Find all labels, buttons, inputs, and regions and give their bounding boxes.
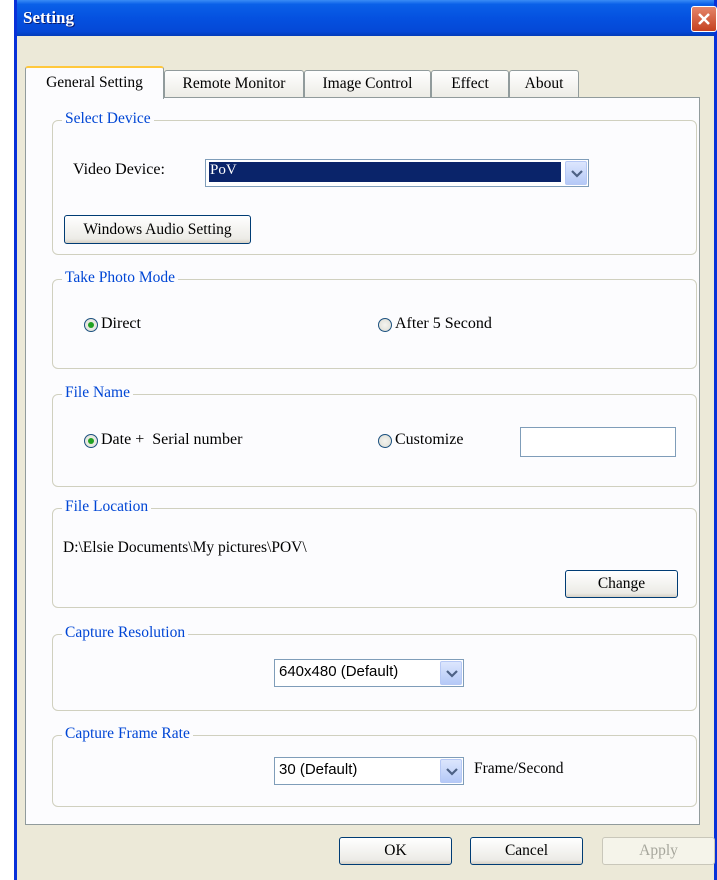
capture-resolution-value: 640x480 (Default) — [279, 663, 399, 680]
direct-radio[interactable] — [84, 318, 98, 332]
after-5-second-label: After 5 Second — [395, 315, 492, 332]
date-serial-radio[interactable] — [84, 434, 98, 448]
tab-label: About — [524, 75, 564, 92]
select-device-group: Select Device Video Device: PoV Windows … — [52, 110, 697, 255]
close-icon — [698, 13, 710, 25]
ok-button[interactable]: OK — [339, 837, 452, 865]
video-device-value: PoV — [209, 162, 561, 182]
windows-audio-setting-button[interactable]: Windows Audio Setting — [64, 215, 251, 244]
customize-radio[interactable] — [378, 434, 392, 448]
capture-resolution-select[interactable]: 640x480 (Default) — [274, 659, 464, 687]
tab-about[interactable]: About — [509, 70, 579, 98]
tab-effect[interactable]: Effect — [431, 70, 509, 98]
capture-resolution-legend: Capture Resolution — [62, 624, 189, 642]
tab-label: Remote Monitor — [182, 75, 286, 92]
tab-remote-monitor[interactable]: Remote Monitor — [164, 70, 304, 98]
dropdown-button[interactable] — [440, 661, 462, 685]
file-location-legend: File Location — [62, 498, 152, 516]
file-name-group: File Name Date + Serial number Customize — [52, 384, 697, 487]
video-device-select[interactable]: PoV — [205, 159, 589, 187]
capture-frame-rate-select[interactable]: 30 (Default) — [274, 757, 464, 785]
chevron-down-icon — [446, 768, 458, 776]
apply-button[interactable]: Apply — [602, 837, 715, 865]
cancel-button[interactable]: Cancel — [470, 837, 583, 865]
general-setting-panel: Select Device Video Device: PoV Windows … — [25, 97, 700, 825]
customize-name-input[interactable] — [520, 427, 676, 457]
file-location-path: D:\Elsie Documents\My pictures\POV\ — [63, 539, 307, 556]
dropdown-button[interactable] — [565, 161, 587, 185]
date-serial-label: Date + Serial number — [101, 431, 243, 448]
frame-rate-unit-label: Frame/Second — [474, 760, 564, 777]
capture-frame-rate-legend: Capture Frame Rate — [62, 725, 193, 743]
tab-label: General Setting — [46, 74, 143, 91]
dropdown-button[interactable] — [440, 759, 462, 783]
customize-label: Customize — [395, 431, 464, 448]
tab-label: Effect — [451, 75, 489, 92]
select-device-legend: Select Device — [62, 110, 154, 128]
take-photo-mode-group: Take Photo Mode Direct After 5 Second — [52, 269, 697, 369]
file-location-group: File Location D:\Elsie Documents\My pict… — [52, 498, 697, 608]
take-photo-mode-legend: Take Photo Mode — [62, 269, 178, 287]
change-button[interactable]: Change — [565, 570, 678, 598]
tab-general-setting[interactable]: General Setting — [25, 66, 164, 99]
capture-frame-rate-group: Capture Frame Rate 30 (Default) Frame/Se… — [52, 725, 697, 807]
video-device-label: Video Device: — [73, 161, 165, 178]
window-title: Setting — [23, 8, 74, 27]
file-name-legend: File Name — [62, 384, 133, 402]
tab-image-control[interactable]: Image Control — [304, 70, 431, 98]
chevron-down-icon — [571, 170, 583, 178]
tab-label: Image Control — [322, 75, 413, 92]
capture-frame-rate-value: 30 (Default) — [279, 761, 358, 778]
close-button[interactable] — [691, 6, 717, 32]
direct-label: Direct — [101, 315, 141, 332]
setting-dialog: Setting General Setting Remote Monitor I… — [14, 0, 717, 880]
title-bar: Setting — [17, 0, 717, 36]
capture-resolution-group: Capture Resolution 640x480 (Default) — [52, 624, 697, 711]
chevron-down-icon — [446, 670, 458, 678]
after-5-second-radio[interactable] — [378, 318, 392, 332]
